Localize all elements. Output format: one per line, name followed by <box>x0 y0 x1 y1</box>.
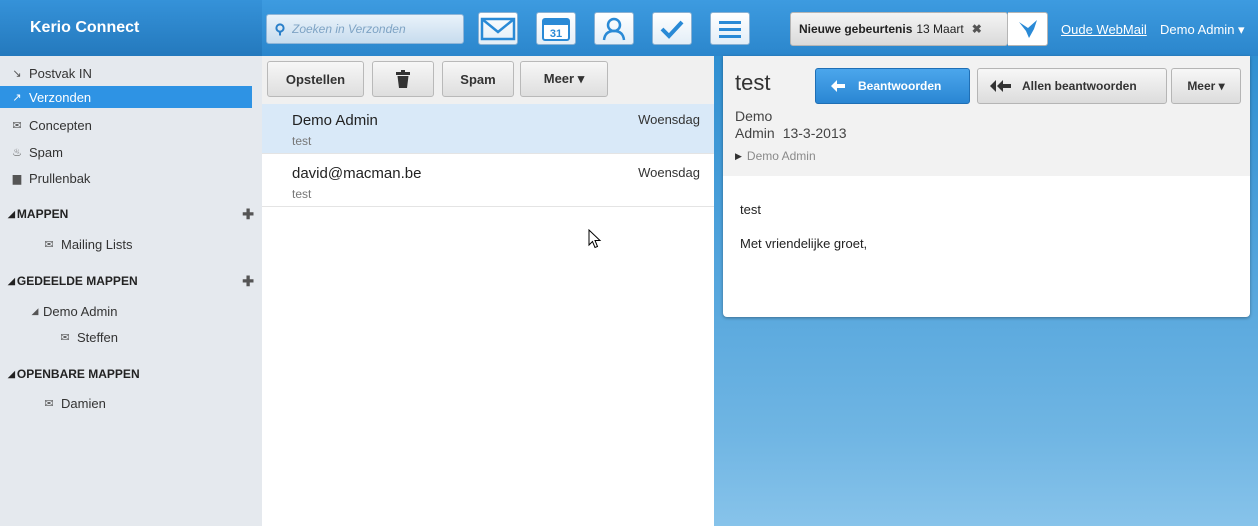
message-body-line: test <box>740 202 761 217</box>
event-date: 13 Maart <box>916 22 964 36</box>
message-toolbar: Opstellen Spam Meer ▾ <box>262 56 714 104</box>
old-webmail-link[interactable]: Oude WebMail <box>1061 22 1147 37</box>
message-subject: test <box>292 187 312 201</box>
folder-label: Concepten <box>29 117 92 133</box>
message-date: Woensdag <box>638 112 700 127</box>
reply-all-button[interactable]: Allen beantwoorden <box>977 68 1167 104</box>
sent-icon: ↗ <box>12 91 22 104</box>
add-shared-folder-icon[interactable]: ✚ <box>242 273 254 290</box>
folder-label: Damien <box>61 395 106 411</box>
contacts-app-button[interactable] <box>594 12 634 45</box>
folder-label: Spam <box>29 144 63 160</box>
recipient-name: Demo Admin <box>746 149 816 163</box>
folder-prullenbak[interactable]: ▆ Prullenbak <box>10 167 262 189</box>
folder-postvak-in[interactable]: ↘ Postvak IN <box>10 62 262 84</box>
recipients-toggle[interactable]: ▶ Demo Admin <box>735 149 816 163</box>
search-input[interactable] <box>292 22 452 36</box>
sender-name-line2: Admin <box>735 125 775 141</box>
section-title: GEDEELDE MAPPEN <box>16 274 138 288</box>
spam-icon: ♨ <box>12 146 22 159</box>
reply-all-arrow-icon <box>990 80 1011 92</box>
shared-owner-demo-admin[interactable]: ◢ Demo Admin <box>30 300 262 322</box>
contacts-icon <box>602 17 626 40</box>
close-icon[interactable]: ✖ <box>972 22 982 36</box>
message-date-value: 13-3-2013 <box>782 125 847 141</box>
event-notification[interactable]: Nieuwe gebeurtenis 13 Maart ✖ <box>790 12 1008 46</box>
compose-button[interactable]: Opstellen <box>267 61 364 97</box>
user-menu[interactable]: Demo Admin ▾ <box>1160 22 1245 38</box>
sender-name-line1: Demo <box>735 108 773 124</box>
inbox-icon: ↘ <box>12 67 22 80</box>
section-gedeelde-mappen[interactable]: ◢ GEDEELDE MAPPEN ✚ <box>8 273 254 290</box>
folder-mail-icon: ✉ <box>44 397 54 410</box>
folder-damien[interactable]: ✉ Damien <box>42 392 262 414</box>
more-button[interactable]: Meer ▾ <box>520 61 608 97</box>
search-box[interactable] <box>266 14 464 44</box>
message-reader: test Beantwoorden Allen beantwoorden Mee… <box>723 56 1250 317</box>
collapse-triangle-icon: ◢ <box>8 275 15 286</box>
notes-app-button[interactable] <box>710 12 750 45</box>
notes-icon <box>719 20 741 38</box>
collapse-triangle-icon: ◢ <box>31 305 39 316</box>
collapse-triangle-icon: ◢ <box>8 208 15 219</box>
message-from: Demo Admin <box>292 112 378 129</box>
reader-header: test Beantwoorden Allen beantwoorden Mee… <box>723 56 1250 176</box>
calendar-app-button[interactable]: 31 <box>536 12 576 45</box>
reply-arrow-icon <box>831 80 845 92</box>
message-row[interactable]: david@macman.be test Woensdag <box>262 157 714 207</box>
message-body-line: Met vriendelijke groet, <box>740 236 868 251</box>
reader-more-button[interactable]: Meer ▾ <box>1171 68 1241 104</box>
drafts-icon: ✉ <box>12 119 22 132</box>
event-title: Nieuwe gebeurtenis <box>799 22 913 36</box>
owner-label: Demo Admin <box>43 303 118 319</box>
reply-label: Beantwoorden <box>858 79 942 93</box>
expand-triangle-icon: ▶ <box>735 150 742 161</box>
mail-app-button[interactable] <box>478 12 518 45</box>
folder-label: Postvak IN <box>29 65 92 81</box>
section-openbare-mappen[interactable]: ◢ OPENBARE MAPPEN <box>8 367 254 381</box>
tasks-icon <box>660 20 684 39</box>
section-title: OPENBARE MAPPEN <box>16 367 140 381</box>
folder-steffen[interactable]: ✉ Steffen <box>58 326 262 348</box>
app-logo[interactable]: Kerio Connect <box>0 0 262 56</box>
message-from: david@macman.be <box>292 165 422 182</box>
folder-label: Steffen <box>77 329 118 345</box>
folder-concepten[interactable]: ✉ Concepten <box>10 114 262 136</box>
trash-icon: ▆ <box>12 172 22 185</box>
reply-button[interactable]: Beantwoorden <box>815 68 970 104</box>
reply-all-label: Allen beantwoorden <box>1022 79 1137 93</box>
reader-subject: test <box>735 70 771 95</box>
folder-spam[interactable]: ♨ Spam <box>10 141 262 163</box>
message-date: Woensdag <box>638 165 700 180</box>
bird-icon <box>1018 20 1037 38</box>
spam-button[interactable]: Spam <box>442 61 514 97</box>
message-list-pane: Opstellen Spam Meer ▾ Demo Admin test Wo… <box>262 56 714 526</box>
folder-mailing-lists[interactable]: ✉ Mailing Lists <box>42 233 262 255</box>
folder-verzonden[interactable]: ↗ Verzonden <box>0 86 252 108</box>
message-subject: test <box>292 134 312 148</box>
mail-icon <box>480 17 516 40</box>
section-mappen[interactable]: ◢ MAPPEN ✚ <box>8 206 254 223</box>
top-bar: Kerio Connect 31 Nieuwe gebeurtenis 13 M… <box>0 0 1258 56</box>
folder-label: Prullenbak <box>29 170 91 186</box>
folder-mail-icon: ✉ <box>60 331 70 344</box>
mouse-cursor-icon <box>588 229 602 249</box>
folder-mail-icon: ✉ <box>44 238 54 251</box>
search-icon <box>275 22 285 35</box>
collapse-triangle-icon: ◢ <box>8 368 15 379</box>
notification-bird-button[interactable] <box>1008 12 1048 46</box>
folder-label: Verzonden <box>29 89 92 105</box>
svg-text:31: 31 <box>550 28 562 40</box>
reading-pane-background: test Beantwoorden Allen beantwoorden Mee… <box>714 56 1258 526</box>
sender-info: Demo Admin 13-3-2013 <box>735 108 847 142</box>
trash-icon <box>396 70 410 88</box>
tasks-app-button[interactable] <box>652 12 692 45</box>
folder-sidebar: ↘ Postvak IN ↗ Verzonden ✉ Concepten ♨ S… <box>0 56 262 526</box>
calendar-icon: 31 <box>542 17 570 41</box>
folder-label: Mailing Lists <box>61 236 133 252</box>
message-row[interactable]: Demo Admin test Woensdag <box>262 104 714 154</box>
add-folder-icon[interactable]: ✚ <box>242 206 254 223</box>
section-title: MAPPEN <box>16 207 69 221</box>
delete-button[interactable] <box>372 61 434 97</box>
